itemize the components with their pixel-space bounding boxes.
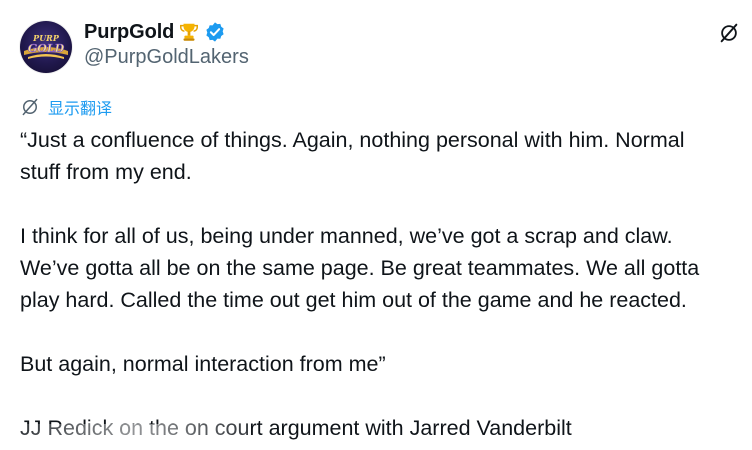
trophy-icon — [180, 23, 199, 41]
tweet-line: play hard. Called the time out get him o… — [20, 288, 687, 312]
verified-badge-icon — [206, 22, 224, 42]
tweet-line: JJ Redick on the on court argument with … — [20, 416, 572, 440]
tweet-line: stuff from my end. — [20, 160, 192, 184]
grok-icon[interactable] — [718, 22, 740, 44]
tweet-line: But again, normal interaction from me” — [20, 352, 386, 376]
show-translation-link[interactable]: 显示翻译 — [20, 96, 112, 118]
purpgold-logo-icon: PURP GOLD — [24, 33, 68, 59]
tweet-header: PURP GOLD PurpGold @PurpGoldLakers — [20, 18, 752, 74]
translate-globe-icon — [22, 98, 38, 116]
display-name[interactable]: PurpGold — [84, 21, 174, 44]
tweet-line: We’ve gotta all be on the same page. Be … — [20, 256, 700, 280]
author-handle[interactable]: @PurpGoldLakers — [84, 46, 249, 69]
author-name-row: PurpGold — [84, 20, 226, 44]
tweet-line: I think for all of us, being under manne… — [20, 224, 673, 248]
avatar[interactable]: PURP GOLD — [20, 21, 72, 73]
svg-text:GOLD: GOLD — [28, 42, 65, 55]
tweet-line: “Just a confluence of things. Again, not… — [20, 128, 685, 152]
tweet-text: “Just a confluence of things. Again, not… — [20, 124, 752, 380]
show-translation-label[interactable]: 显示翻译 — [48, 95, 112, 119]
